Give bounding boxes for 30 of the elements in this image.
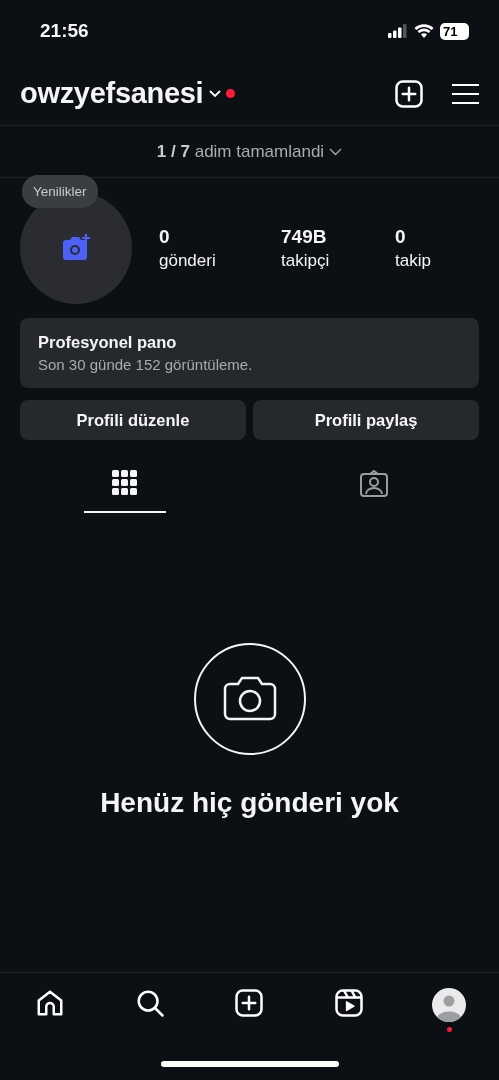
profile-tab[interactable] (84, 467, 166, 513)
menu-icon[interactable] (452, 82, 479, 105)
card-subtitle: Son 30 günde 152 görüntüleme. (38, 356, 254, 373)
stat-value: 0 (395, 225, 407, 248)
profile-button[interactable]: Profili düzenle (20, 400, 246, 440)
username[interactable]: owzyefsanesi (20, 77, 204, 110)
empty-message: Henüz hiç gönderi yok (100, 787, 399, 819)
add-icon[interactable] (394, 78, 424, 109)
professional-dashboard-card[interactable]: Profesyonel pano Son 30 günde 152 görüntüleme. (20, 318, 479, 388)
add-icon[interactable] (234, 988, 265, 1018)
grid-icon[interactable] (112, 470, 138, 495)
avatar-icon[interactable] (432, 988, 467, 1022)
card-title: Profesyonel pano (38, 333, 178, 352)
profile-button[interactable]: Profili paylaş (253, 400, 479, 440)
progress-text[interactable]: 1 / 7 adim tamamlandi (156, 141, 325, 162)
stat-label: gönderi (159, 250, 217, 271)
battery-level: 71 (440, 22, 469, 40)
stat-label: takipçi (281, 250, 331, 271)
person-tag-icon[interactable] (359, 470, 390, 498)
wifi-icon (414, 24, 434, 38)
camera-circle-icon (193, 643, 306, 755)
chevron-down-icon[interactable] (329, 147, 343, 156)
clock: 21:56 (40, 20, 89, 42)
stat-value: 0 (159, 225, 171, 248)
play-icon[interactable] (334, 988, 365, 1018)
stat-value: 749B (281, 225, 328, 248)
stat-label: takip (395, 250, 432, 271)
add-photo-icon[interactable] (61, 234, 91, 262)
tooltip: Yenilikler (22, 175, 98, 208)
signal-icon (388, 24, 408, 38)
